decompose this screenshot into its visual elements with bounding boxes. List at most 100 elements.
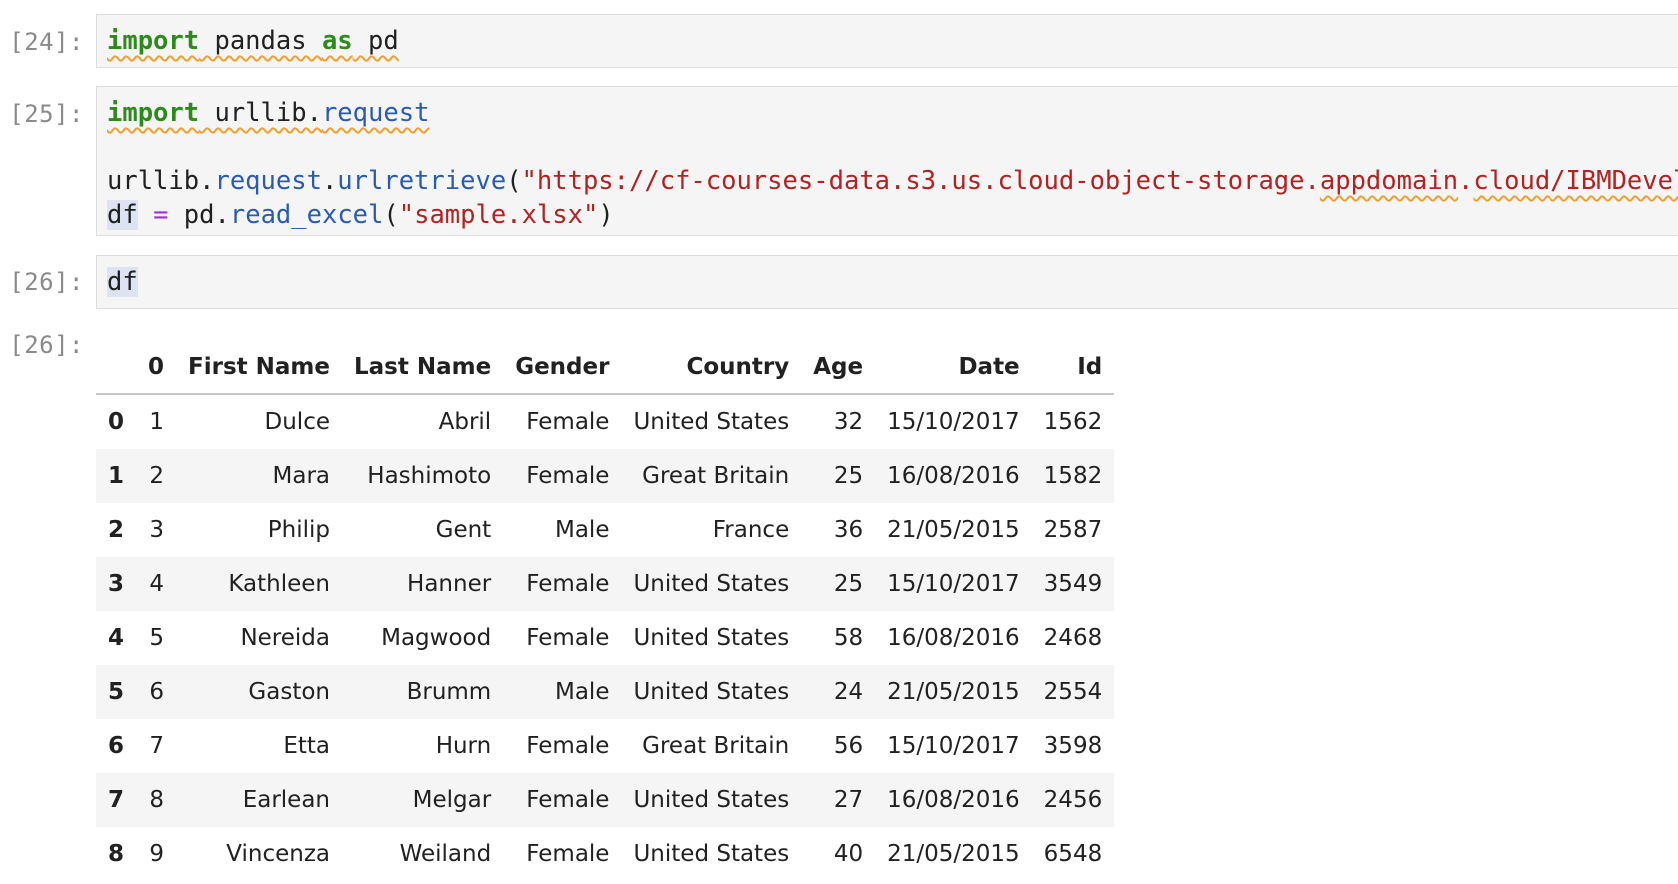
table-cell: 58 (833, 625, 864, 651)
table-header-row: 0 First Name Last Name Gender Country Ag… (96, 341, 1115, 395)
table-cell: Brumm (406, 679, 492, 705)
table-cell: 21/05/2015 (887, 841, 1020, 867)
table-cell: Hashimoto (367, 463, 492, 489)
code-token: ( (506, 166, 522, 196)
table-row: 6 7 Etta Hurn Female Great Britain 56 15/10/201… (96, 719, 1114, 773)
code-editor[interactable]: df (107, 265, 138, 299)
table-cell: Dulce (264, 409, 330, 435)
table-cell: 8 (149, 787, 165, 813)
table-cell: Hanner (407, 571, 492, 597)
table-cell: 27 (833, 787, 864, 813)
row-index: 6 (108, 733, 125, 759)
code-token: urllib. (107, 166, 215, 196)
code-token: "sample.xlsx" (398, 200, 599, 230)
table-cell: 5 (149, 625, 165, 651)
row-index: 8 (108, 841, 125, 867)
table-row: 4 5 Nereida Magwood Female United States 58 16/… (96, 611, 1114, 665)
table-cell: 4 (149, 571, 165, 597)
table-cell: 25 (833, 571, 864, 597)
code-line: import urllib.request (107, 96, 1678, 130)
table-cell: 3 (149, 517, 165, 543)
code-token: urllib. (199, 98, 322, 128)
code-token: ( (383, 200, 399, 230)
code-token: pd (352, 26, 399, 56)
code-editor[interactable]: import urllib.request urllib.request.urlr… (107, 96, 1678, 232)
code-token: df (107, 200, 138, 230)
table-cell: Great Britain (642, 463, 790, 489)
table-row: 0 1 Dulce Abril Female United States 32 15/10/2… (96, 394, 1114, 449)
table-cell: 16/08/2016 (887, 463, 1020, 489)
table-cell: Weiland (399, 841, 492, 867)
column-header: 0 (136, 341, 177, 395)
table-cell: 7 (149, 733, 165, 759)
table-cell: 9 (149, 841, 165, 867)
row-index: 7 (108, 787, 125, 813)
row-index: 0 (108, 409, 125, 435)
code-token: . (321, 166, 338, 196)
table-cell: United States (633, 787, 790, 813)
output-prompt-26: [26]: (9, 331, 84, 359)
table-cell: 1 (149, 409, 165, 435)
table-cell: 21/05/2015 (887, 679, 1020, 705)
code-cell-25[interactable]: import urllib.request urllib.request.urlr… (96, 86, 1678, 236)
table-cell: 2587 (1043, 517, 1103, 543)
table-cell: Hurn (435, 733, 492, 759)
code-cell-26[interactable]: df (96, 255, 1678, 309)
table-cell: Nereida (240, 625, 330, 651)
code-token: read_excel (229, 200, 384, 230)
column-header: Last Name (342, 341, 504, 395)
table-cell: United States (633, 841, 790, 867)
column-header: Gender (503, 341, 622, 395)
table-cell: Etta (283, 733, 330, 759)
code-cell-24[interactable]: import pandas as pd (96, 14, 1678, 68)
table-cell: Vincenza (226, 841, 330, 867)
column-header: Age (801, 341, 876, 395)
table-cell: 16/08/2016 (887, 787, 1020, 813)
code-token: "https://cf-courses-data.s3.us.cloud-obj… (521, 166, 1320, 196)
code-token: appdomain (1319, 166, 1459, 196)
code-token: . (1458, 166, 1474, 196)
table-cell: Gaston (248, 679, 330, 705)
table-cell: Female (526, 463, 610, 489)
code-line: df (107, 265, 138, 299)
table-cell: 2 (149, 463, 165, 489)
table-cell: United States (633, 571, 790, 597)
code-token: df (107, 267, 138, 297)
table-cell: Male (554, 517, 610, 543)
table-cell: Male (554, 679, 610, 705)
code-token: ) (598, 200, 614, 230)
table-cell: Great Britain (642, 733, 790, 759)
table-row: 5 6 Gaston Brumm Male United States 24 21/05/20… (96, 665, 1115, 719)
table-row: 3 4 Kathleen Hanner Female United States 25 15/… (96, 557, 1115, 611)
row-index: 4 (108, 625, 125, 651)
column-header: Country (621, 341, 802, 395)
code-editor[interactable]: import pandas as pd (107, 24, 399, 58)
table-cell: Melgar (412, 787, 492, 813)
code-line: df = pd.read_excel("sample.xlsx") (107, 198, 1678, 232)
code-token: = (153, 200, 169, 230)
table-cell: 2554 (1043, 679, 1103, 705)
table-row: 2 3 Philip Gent Male France 36 21/05/2015 2587 (96, 503, 1114, 557)
table-cell: United States (633, 679, 790, 705)
table-cell: 21/05/2015 (887, 517, 1020, 543)
table-cell: Abril (438, 409, 492, 435)
row-index: 3 (108, 571, 125, 597)
column-header: First Name (176, 341, 342, 395)
column-header (96, 341, 137, 395)
code-token: import (107, 98, 200, 128)
table-cell: Female (526, 787, 610, 813)
table-cell: 6 (149, 679, 165, 705)
table-cell: 3549 (1043, 571, 1103, 597)
code-token: pandas (199, 26, 322, 56)
code-token: request (214, 166, 322, 196)
table-cell: Gent (435, 517, 492, 543)
table-cell: 3598 (1043, 733, 1103, 759)
table-cell: United States (633, 625, 790, 651)
row-index: 5 (108, 679, 125, 705)
table-cell: 2468 (1043, 625, 1103, 651)
code-token: pd. (168, 200, 230, 230)
table-cell: United States (633, 409, 790, 435)
code-token: import (107, 26, 200, 56)
